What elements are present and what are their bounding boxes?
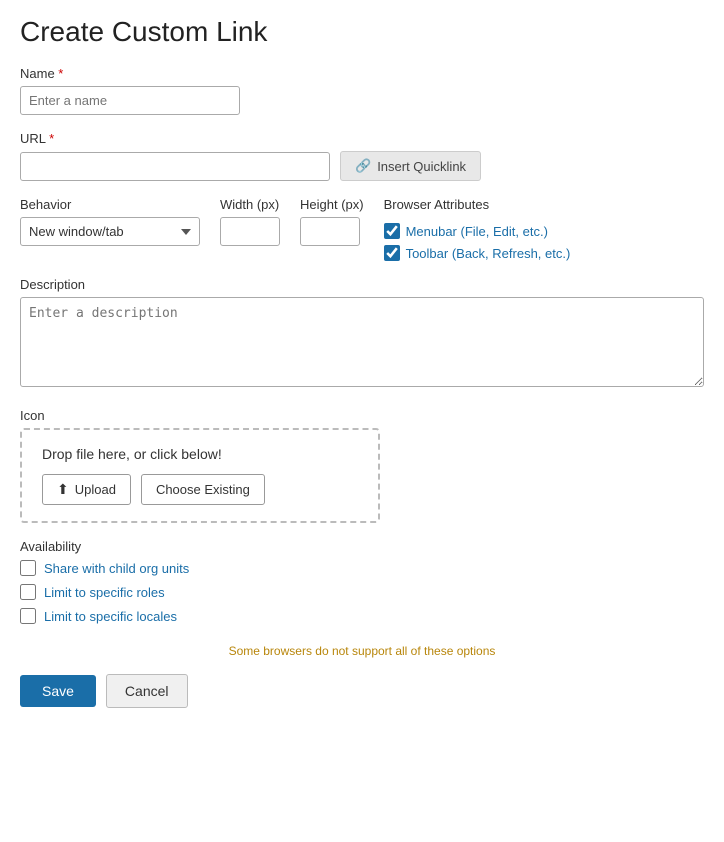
limit-locales-checkbox[interactable] bbox=[20, 608, 36, 624]
name-label: Name * bbox=[20, 66, 704, 81]
toolbar-checkbox[interactable] bbox=[384, 245, 400, 261]
height-label: Height (px) bbox=[300, 197, 364, 212]
drop-text: Drop file here, or click below! bbox=[42, 446, 358, 462]
name-section: Name * bbox=[20, 66, 704, 115]
behavior-select[interactable]: New window/tab Same window Popup bbox=[20, 217, 200, 246]
description-label: Description bbox=[20, 277, 704, 292]
share-child-label[interactable]: Share with child org units bbox=[20, 560, 704, 576]
notice-text: Some browsers do not support all of thes… bbox=[20, 644, 704, 658]
browser-attributes-field: Browser Attributes Menubar (File, Edit, … bbox=[384, 197, 571, 261]
behavior-label: Behavior bbox=[20, 197, 200, 212]
toolbar-checkbox-label[interactable]: Toolbar (Back, Refresh, etc.) bbox=[384, 245, 571, 261]
limit-roles-text: Limit to specific roles bbox=[44, 585, 165, 600]
limit-locales-text: Limit to specific locales bbox=[44, 609, 177, 624]
name-required-star: * bbox=[55, 66, 64, 81]
limit-roles-checkbox[interactable] bbox=[20, 584, 36, 600]
limit-roles-label[interactable]: Limit to specific roles bbox=[20, 584, 704, 600]
icon-label: Icon bbox=[20, 408, 704, 423]
width-label: Width (px) bbox=[220, 197, 280, 212]
name-input[interactable] bbox=[20, 86, 240, 115]
url-input[interactable] bbox=[20, 152, 330, 181]
quicklink-icon: 🔗 bbox=[355, 158, 371, 174]
availability-section: Availability Share with child org units … bbox=[20, 539, 704, 624]
description-section: Description bbox=[20, 277, 704, 392]
insert-quicklink-button[interactable]: 🔗 Insert Quicklink bbox=[340, 151, 481, 181]
page-container: Create Custom Link Name * URL * 🔗 Insert… bbox=[0, 0, 724, 842]
behavior-field: Behavior New window/tab Same window Popu… bbox=[20, 197, 200, 246]
upload-icon: ⬆ bbox=[57, 481, 69, 498]
url-label: URL * bbox=[20, 131, 704, 146]
url-section: URL * 🔗 Insert Quicklink bbox=[20, 131, 704, 181]
width-field: Width (px) bbox=[220, 197, 280, 246]
behavior-row: Behavior New window/tab Same window Popu… bbox=[20, 197, 704, 261]
share-child-checkbox[interactable] bbox=[20, 560, 36, 576]
availability-items: Share with child org units Limit to spec… bbox=[20, 560, 704, 624]
icon-dropzone[interactable]: Drop file here, or click below! ⬆ Upload… bbox=[20, 428, 380, 523]
url-row: 🔗 Insert Quicklink bbox=[20, 151, 704, 181]
icon-section: Icon Drop file here, or click below! ⬆ U… bbox=[20, 408, 704, 523]
height-field: Height (px) bbox=[300, 197, 364, 246]
availability-label: Availability bbox=[20, 539, 704, 554]
upload-button[interactable]: ⬆ Upload bbox=[42, 474, 131, 505]
limit-locales-label[interactable]: Limit to specific locales bbox=[20, 608, 704, 624]
url-required-star: * bbox=[46, 131, 55, 146]
width-input[interactable] bbox=[220, 217, 280, 246]
footer-buttons: Save Cancel bbox=[20, 674, 704, 708]
menubar-checkbox[interactable] bbox=[384, 223, 400, 239]
toolbar-label: Toolbar (Back, Refresh, etc.) bbox=[406, 246, 571, 261]
menubar-label: Menubar (File, Edit, etc.) bbox=[406, 224, 548, 239]
browser-attributes-label: Browser Attributes bbox=[384, 197, 571, 212]
choose-existing-button[interactable]: Choose Existing bbox=[141, 474, 265, 505]
cancel-button[interactable]: Cancel bbox=[106, 674, 188, 708]
icon-buttons: ⬆ Upload Choose Existing bbox=[42, 474, 358, 505]
save-button[interactable]: Save bbox=[20, 675, 96, 707]
menubar-checkbox-label[interactable]: Menubar (File, Edit, etc.) bbox=[384, 223, 571, 239]
share-child-text: Share with child org units bbox=[44, 561, 189, 576]
height-input[interactable] bbox=[300, 217, 360, 246]
page-title: Create Custom Link bbox=[20, 16, 704, 48]
description-textarea[interactable] bbox=[20, 297, 704, 387]
